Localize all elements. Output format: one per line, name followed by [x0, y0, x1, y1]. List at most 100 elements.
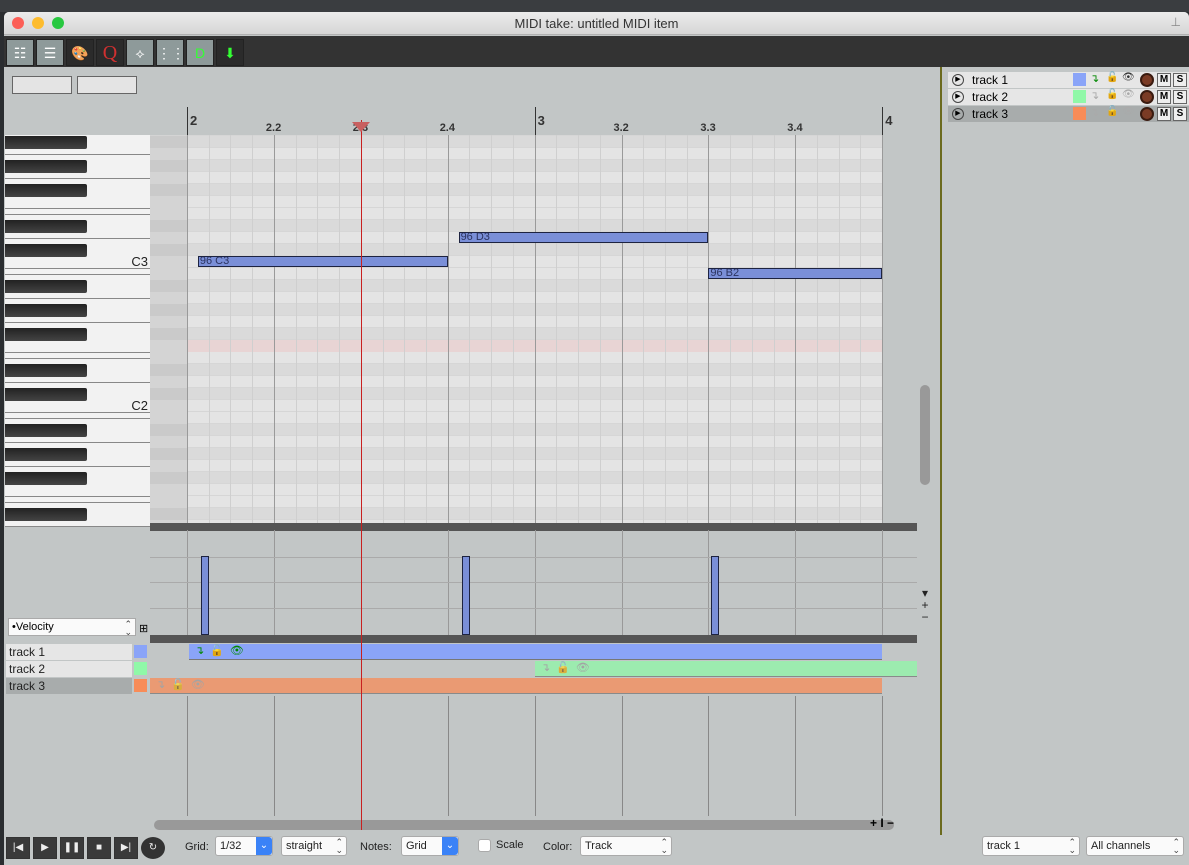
track-play-icon[interactable]: ▶ [952, 74, 964, 86]
horizontal-scrollbar[interactable] [154, 820, 894, 830]
record-arm-icon[interactable] [1140, 107, 1154, 121]
pin-icon[interactable]: ⊥ [1171, 15, 1181, 29]
black-key[interactable] [5, 160, 87, 173]
playhead-cursor[interactable] [360, 120, 362, 830]
black-key[interactable] [5, 184, 87, 197]
track-color-swatch[interactable] [134, 662, 147, 675]
input-arrow-icon[interactable]: ↴ [1090, 89, 1099, 102]
channel-select[interactable]: All channels ⌃ ⌄ [1086, 836, 1184, 856]
piano-keyboard[interactable]: C3 C2 [5, 135, 150, 527]
track-color-swatch[interactable] [1073, 73, 1086, 86]
mute-button[interactable]: M [1157, 107, 1171, 121]
title-bar[interactable]: MIDI take: untitled MIDI item ⊥ [4, 12, 1189, 35]
track-color-swatch[interactable] [134, 679, 147, 692]
cc-envelope-icon[interactable]: ⟡ [126, 39, 154, 66]
add-lane-icon[interactable]: ⊞ [139, 622, 148, 635]
go-to-start-button[interactable]: |◀ [6, 837, 30, 859]
cc-lane-select[interactable]: •Velocity ⌃ ⌄ [8, 618, 136, 637]
insert-icon[interactable]: ⬇ [216, 39, 244, 66]
track-color-swatch[interactable] [1073, 90, 1086, 103]
play-button[interactable]: ▶ [33, 837, 57, 859]
stop-button[interactable]: ■ [87, 837, 111, 859]
black-key[interactable] [5, 508, 87, 521]
record-arm-icon[interactable] [1140, 73, 1154, 87]
black-key[interactable] [5, 472, 87, 485]
lock-icon[interactable]: 🔓 [556, 662, 570, 674]
grid-select[interactable]: 1/32 ⌄ [215, 836, 273, 856]
track-row[interactable]: track 2 [6, 661, 132, 677]
track-lane-item[interactable]: ↴ 🔓 👁 [150, 678, 882, 694]
velocity-bar[interactable] [200, 555, 209, 635]
eye-icon[interactable]: 👁 [230, 645, 244, 657]
color-select[interactable]: Track ⌃ ⌄ [580, 836, 672, 856]
lock-icon[interactable]: 🔓 [171, 679, 185, 691]
track-color-swatch[interactable] [1073, 107, 1086, 120]
black-key[interactable] [5, 304, 87, 317]
input-arrow-icon[interactable]: ↴ [156, 679, 165, 691]
black-key[interactable] [5, 136, 87, 149]
track-lane-item[interactable]: ↴ 🔓 👁 [535, 661, 917, 677]
loop-magnet-icon[interactable]: D [186, 39, 214, 66]
solo-button[interactable]: S [1173, 73, 1187, 87]
midi-note[interactable]: 96 D3 [458, 232, 709, 243]
cc-lane-splitter[interactable] [150, 635, 917, 643]
event-list-icon[interactable]: ☷ [6, 39, 34, 66]
lock-icon[interactable]: 🔓 [210, 645, 224, 657]
piano-roll-grid[interactable]: 96 C3 96 D3 96 B2 [187, 135, 883, 523]
lock-icon[interactable]: 🔓 [1106, 106, 1118, 117]
scroll-thumb[interactable] [920, 385, 930, 485]
velocity-bar[interactable] [461, 555, 470, 635]
track-list-item[interactable]: ▶ track 3 ↴ 🔓 👁 M S [948, 106, 1189, 122]
playhead-marker-icon[interactable] [351, 122, 370, 132]
toggle-box-2[interactable] [77, 76, 137, 94]
mute-button[interactable]: M [1157, 73, 1171, 87]
pause-button[interactable]: ❚❚ [60, 837, 84, 859]
eye-icon[interactable]: 👁 [191, 679, 205, 691]
track-row[interactable]: track 3 [6, 678, 132, 694]
midi-note[interactable]: 96 B2 [708, 268, 883, 279]
black-key[interactable] [5, 280, 87, 293]
black-key[interactable] [5, 364, 87, 377]
track-list-item[interactable]: ▶ track 2 ↴ 🔓 👁 M S [948, 89, 1189, 105]
grid-type-select[interactable]: straight ⌃ ⌄ [281, 836, 347, 856]
black-key[interactable] [5, 448, 87, 461]
input-arrow-icon[interactable]: ↴ [1090, 106, 1099, 119]
eye-icon[interactable]: 👁 [1122, 89, 1135, 100]
vertical-scrollbar[interactable] [918, 135, 932, 530]
lane-zoom-controls[interactable]: ▾ + − [918, 587, 932, 623]
input-arrow-icon[interactable]: ↴ [1090, 72, 1099, 85]
black-key[interactable] [5, 424, 87, 437]
track-lane-item[interactable]: ↴ 🔓 👁 [189, 644, 882, 660]
go-to-end-button[interactable]: ▶| [114, 837, 138, 859]
track-list-item[interactable]: ▶ track 1 ↴ 🔓 👁 M S [948, 72, 1189, 88]
timeline-ruler[interactable]: 22.22.32.433.23.33.44 [187, 107, 922, 135]
black-key[interactable] [5, 244, 87, 257]
track-play-icon[interactable]: ▶ [952, 108, 964, 120]
black-key[interactable] [5, 388, 87, 401]
velocity-lane[interactable] [150, 530, 917, 635]
repeat-button[interactable]: ↻ [141, 837, 165, 859]
eye-icon[interactable]: 👁 [576, 662, 590, 674]
toggle-box-1[interactable] [12, 76, 72, 94]
black-key[interactable] [5, 220, 87, 233]
input-arrow-icon[interactable]: ↴ [195, 645, 204, 657]
notes-select[interactable]: Grid ⌄ [401, 836, 459, 856]
quantize-icon[interactable]: Q [96, 39, 124, 66]
scale-checkbox[interactable] [478, 839, 491, 852]
grid-icon[interactable]: ⋮⋮ [156, 39, 185, 66]
eye-icon[interactable]: 👁 [1122, 72, 1135, 83]
track-select[interactable]: track 1 ⌃ ⌄ [982, 836, 1080, 856]
solo-button[interactable]: S [1173, 90, 1187, 104]
lock-icon[interactable]: 🔓 [1106, 72, 1118, 83]
velocity-bar[interactable] [711, 555, 720, 635]
track-play-icon[interactable]: ▶ [952, 91, 964, 103]
eye-icon[interactable]: 👁 [1122, 106, 1135, 117]
solo-button[interactable]: S [1173, 107, 1187, 121]
track-color-swatch[interactable] [134, 645, 147, 658]
midi-note[interactable]: 96 C3 [197, 256, 448, 267]
record-arm-icon[interactable] [1140, 90, 1154, 104]
horizontal-zoom-controls[interactable]: + I − [870, 816, 894, 830]
track-row[interactable]: track 1 [6, 644, 132, 660]
black-key[interactable] [5, 328, 87, 341]
mute-button[interactable]: M [1157, 90, 1171, 104]
